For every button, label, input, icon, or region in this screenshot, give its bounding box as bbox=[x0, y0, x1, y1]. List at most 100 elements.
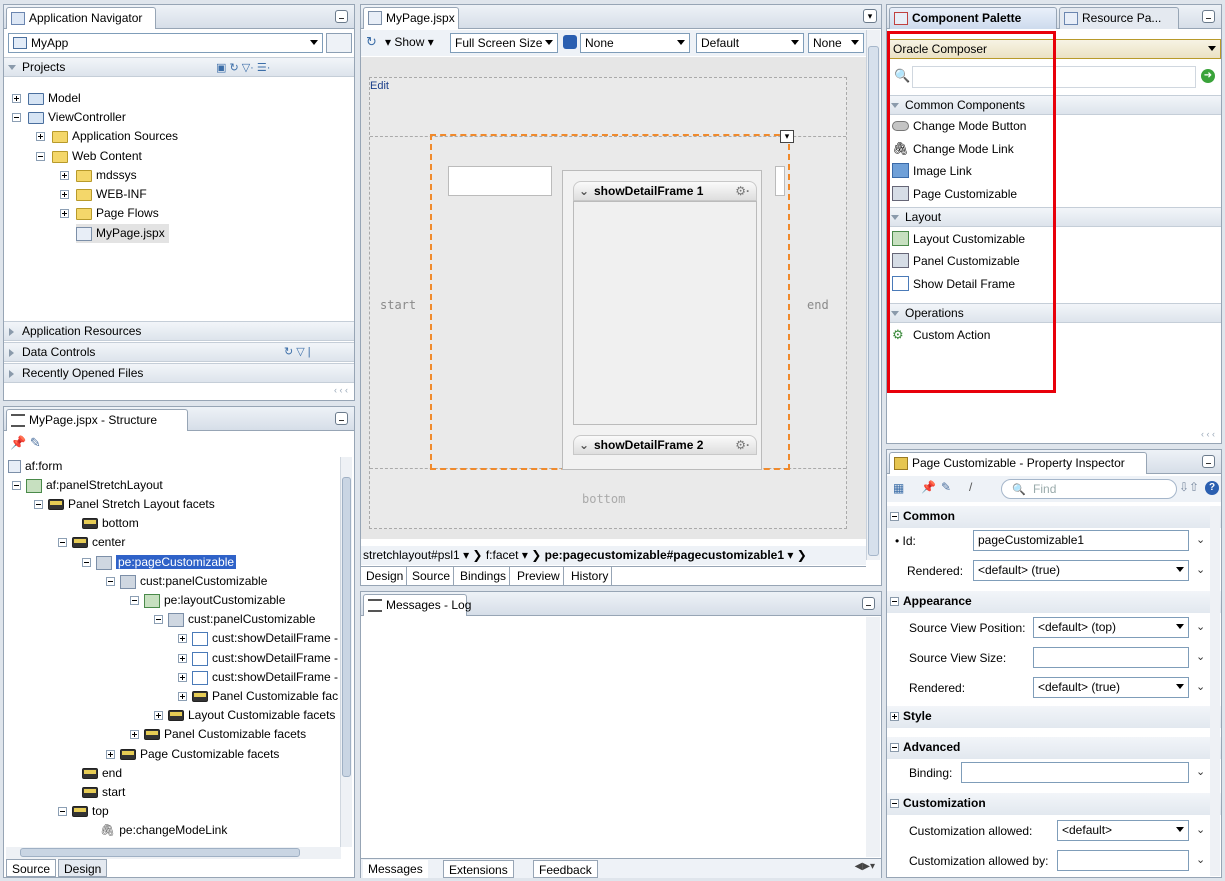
chevron-down-icon[interactable]: ⌄ bbox=[1196, 853, 1206, 866]
tab-source-view[interactable]: Source bbox=[409, 567, 455, 585]
data-controls-header[interactable]: Data Controls ↻ ▽ | bbox=[4, 342, 354, 362]
customization-allowed-by-field[interactable] bbox=[1057, 850, 1189, 871]
chevron-down-icon[interactable]: ⌄ bbox=[1196, 533, 1206, 546]
app-combo[interactable]: MyApp bbox=[8, 33, 323, 53]
css-combo[interactable]: None bbox=[580, 33, 690, 53]
minimize-button[interactable] bbox=[335, 412, 348, 425]
refresh-icon[interactable]: ↻ bbox=[366, 34, 377, 50]
tree-node[interactable]: Application Sources bbox=[36, 127, 178, 146]
skin-combo[interactable]: Default bbox=[696, 33, 804, 53]
tab-property-inspector[interactable]: Page Customizable - Property Inspector bbox=[889, 452, 1147, 474]
tree-node[interactable]: Panel Customizable fac bbox=[178, 687, 338, 706]
group-style[interactable]: Style bbox=[887, 706, 1221, 728]
gear-icon[interactable]: ⚙· bbox=[735, 184, 750, 198]
binding-field[interactable] bbox=[961, 762, 1189, 783]
minimize-button[interactable] bbox=[1202, 10, 1215, 23]
tree-node[interactable]: Page Customizable facets bbox=[106, 745, 279, 764]
tree-node[interactable]: Model bbox=[12, 89, 81, 108]
tab-source[interactable]: Source bbox=[6, 859, 57, 877]
projects-header[interactable]: Projects ▣ ↻ ▽· ☰· bbox=[4, 57, 354, 77]
refresh-filter-icons[interactable]: ↻ ▽ | bbox=[284, 345, 311, 358]
tree-node[interactable]: top bbox=[58, 802, 109, 821]
edit-icon[interactable]: ✎ bbox=[30, 435, 41, 450]
customization-allowed-combo[interactable]: <default> bbox=[1057, 820, 1189, 841]
edit-region[interactable]: Edit start end bottom ▾ ⌄ showDetailFram… bbox=[369, 77, 847, 529]
chevron-down-icon[interactable]: ⌄ bbox=[1196, 563, 1206, 576]
navigate-icons[interactable]: ⇩⇧ bbox=[1179, 480, 1199, 494]
scroll-thumb[interactable] bbox=[20, 848, 300, 857]
breadcrumb-item[interactable]: f:facet bbox=[486, 548, 519, 562]
tab-messages-log[interactable]: Messages - Log bbox=[363, 594, 471, 616]
group-appearance[interactable]: Appearance bbox=[887, 591, 1221, 613]
id-field[interactable]: pageCustomizable1 bbox=[973, 530, 1189, 551]
tab-mypage[interactable]: MyPage.jspx bbox=[363, 7, 459, 29]
tab-application-navigator[interactable]: Application Navigator bbox=[6, 7, 156, 29]
dropdown-toggle[interactable]: ▾ bbox=[780, 130, 794, 143]
help-icon[interactable]: ? bbox=[1205, 481, 1219, 495]
minimize-button[interactable] bbox=[335, 10, 348, 23]
resize-grip[interactable]: ‹ ‹ ‹ bbox=[334, 385, 348, 395]
tab-preview-view[interactable]: Preview bbox=[514, 567, 564, 585]
pin-icon[interactable]: 📌 bbox=[10, 435, 26, 450]
tree-node[interactable]: center bbox=[58, 533, 125, 552]
tab-extensions[interactable]: Extensions bbox=[443, 860, 514, 878]
tree-node[interactable]: cust:panelCustomizable bbox=[106, 572, 267, 591]
screen-size-combo[interactable]: Full Screen Size bbox=[450, 33, 558, 53]
tree-node[interactable]: Layout Customizable facets bbox=[154, 706, 335, 725]
chevron-down-icon[interactable]: ⌄ bbox=[1196, 620, 1206, 633]
tree-node[interactable]: mdssys bbox=[60, 166, 137, 185]
find-input[interactable]: 🔍 Find bbox=[1001, 479, 1177, 499]
tree-node[interactable]: ViewController bbox=[12, 108, 126, 127]
tab-design-view[interactable]: Design bbox=[363, 567, 408, 585]
nav-arrows[interactable]: ◀▶▾ bbox=[855, 861, 875, 872]
design-canvas[interactable]: Edit start end bottom ▾ ⌄ showDetailFram… bbox=[361, 57, 866, 539]
rendered2-combo[interactable]: <default> (true) bbox=[1033, 677, 1189, 698]
chevron-down-icon[interactable]: ⌄ bbox=[579, 184, 589, 198]
gear-icon[interactable]: ⚙· bbox=[735, 438, 750, 452]
tab-component-palette[interactable]: Component Palette bbox=[889, 7, 1057, 29]
panel-customizable[interactable]: ⌄ showDetailFrame 1 ⚙· ⌄ showDetailFrame… bbox=[562, 170, 762, 470]
tab-history-view[interactable]: History bbox=[568, 567, 613, 585]
vertical-scrollbar[interactable] bbox=[340, 457, 352, 847]
tree-node[interactable]: cust:showDetailFrame - bbox=[178, 649, 338, 668]
tree-node[interactable]: Page Flows bbox=[60, 204, 159, 223]
go-icon[interactable]: ➜ bbox=[1201, 69, 1215, 83]
pencil-icon[interactable]: / bbox=[969, 480, 972, 494]
vertical-scrollbar[interactable] bbox=[866, 30, 880, 560]
chevron-down-icon[interactable]: ⌄ bbox=[1196, 650, 1206, 663]
tree-node[interactable]: bottom bbox=[82, 514, 139, 533]
tab-messages[interactable]: Messages bbox=[363, 860, 428, 878]
tree-node[interactable]: Web Content bbox=[36, 147, 142, 166]
tree-node[interactable]: cust:panelCustomizable bbox=[154, 610, 315, 629]
tab-structure[interactable]: MyPage.jspx - Structure bbox=[6, 409, 188, 431]
customizable-region[interactable]: ▾ ⌄ showDetailFrame 1 ⚙· ⌄ showDetailFra… bbox=[430, 130, 794, 470]
frame1-header[interactable]: ⌄ showDetailFrame 1 ⚙· bbox=[573, 181, 757, 201]
show-menu[interactable]: ▾ Show ▾ bbox=[385, 35, 434, 49]
project-toolbar-icons[interactable]: ▣ ↻ ▽· ☰· bbox=[216, 61, 326, 74]
scroll-thumb[interactable] bbox=[868, 46, 879, 556]
minimize-button[interactable] bbox=[1202, 455, 1215, 468]
vertical-scrollbar[interactable] bbox=[866, 617, 880, 857]
tab-design[interactable]: Design bbox=[58, 859, 108, 877]
tree-node[interactable]: af:panelStretchLayout bbox=[12, 476, 163, 495]
grid-icon[interactable]: ▦ bbox=[893, 481, 904, 495]
chevron-down-icon[interactable]: ⌄ bbox=[1196, 823, 1206, 836]
app-resources-header[interactable]: Application Resources bbox=[4, 321, 354, 341]
tree-node[interactable]: Panel Stretch Layout facets bbox=[34, 495, 215, 514]
group-common[interactable]: Common bbox=[887, 506, 1221, 528]
vertical-scrollbar[interactable] bbox=[1210, 506, 1220, 876]
resize-grip[interactable]: ‹ ‹ ‹ bbox=[1201, 429, 1215, 439]
rendered-combo[interactable]: <default> (true) bbox=[973, 560, 1189, 581]
app-menu-button[interactable] bbox=[326, 33, 352, 53]
tree-node[interactable]: end bbox=[82, 764, 122, 783]
tree-node[interactable]: MyPage.jspx bbox=[76, 224, 169, 243]
frame2-header[interactable]: ⌄ showDetailFrame 2 ⚙· bbox=[573, 435, 757, 455]
tree-node[interactable]: af:form bbox=[8, 457, 62, 476]
tab-resource-palette[interactable]: Resource Pa... bbox=[1059, 7, 1179, 29]
chevron-down-icon[interactable]: ⌄ bbox=[579, 438, 589, 452]
source-view-size-field[interactable] bbox=[1033, 647, 1189, 668]
breadcrumb-item[interactable]: pe:pagecustomizable#pagecustomizable1 bbox=[545, 548, 784, 562]
tree-node[interactable]: Panel Customizable facets bbox=[130, 725, 306, 744]
none-combo[interactable]: None bbox=[808, 33, 864, 53]
pin-icon[interactable]: 📌 bbox=[921, 480, 936, 494]
